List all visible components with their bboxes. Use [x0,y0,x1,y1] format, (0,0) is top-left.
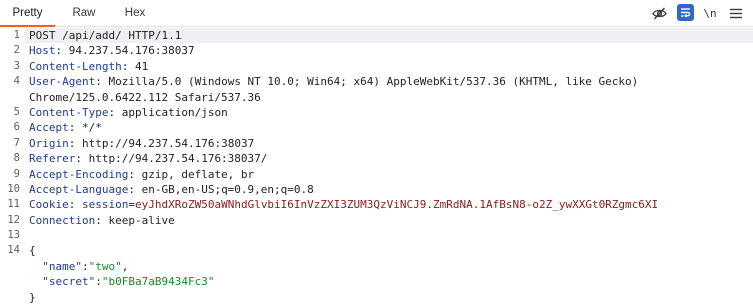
header-name: Cookie [29,198,69,212]
line-number: 5 [13,105,20,118]
json-string-value: "two" [88,259,122,273]
line-number: 6 [13,121,20,134]
line-number [0,90,20,105]
header-name: Content-Length [29,59,122,73]
line-number: 3 [13,59,20,72]
header-line-accept-language: Accept-Language: en-GB,en-US;q=0.9,en;q=… [29,182,314,196]
header-value: gzip, deflate, br [141,167,255,181]
tab-pretty[interactable]: Pretty [0,0,55,27]
header-value: http://94.237.54.176:38037/ [88,152,268,166]
line-number: 1 [13,29,20,41]
header-name: Accept-Language [29,182,129,196]
header-value: 41 [134,59,149,73]
header-value: Mozilla/5.0 (Windows NT 10.0; Win64; x64… [108,75,639,89]
json-brace: { [29,244,36,258]
line-number: 12 [7,213,20,226]
json-string-value: "b0FBa7aB9434Fc3" [101,275,215,289]
header-name: Referer [29,152,76,166]
line-number-gutter: 1 2 3 4 5 6 7 8 9 10 11 12 13 14 [0,28,20,259]
json-brace: } [29,290,36,304]
header-line-user-agent: User-Agent: Mozilla/5.0 (Windows NT 10.0… [29,75,639,89]
line-number: 2 [13,44,20,57]
cookie-value: eyJhdXRoZW50aWNhdGlvbiI6InVzZXI3ZUM3QzVi… [134,198,659,212]
json-key: "secret" [42,275,96,289]
header-line-accept-encoding: Accept-Encoding: gzip, deflate, br [29,167,255,181]
header-name: Accept [29,121,69,135]
json-close-brace: } [29,290,753,305]
json-field-secret: "secret":"b0FBa7aB9434Fc3" [42,275,215,289]
tab-raw[interactable]: Raw [70,0,98,26]
header-value: keep-alive [108,213,175,227]
line-number: 8 [13,152,20,165]
header-line-connection: Connection: keep-alive [29,213,175,227]
header-name: Accept-Encoding [29,167,129,181]
line-number: 10 [7,182,20,195]
header-value: Chrome/125.0.6422.112 Safari/537.36 [29,90,261,104]
header-line-referer: Referer: http://94.237.54.176:38037/ [29,152,268,166]
header-value: 94.237.54.176:38037 [68,44,195,58]
header-line-cookie: Cookie: session=eyJhdXRoZW50aWNhdGlvbiI6… [29,198,659,212]
message-view-tabs: Pretty Raw Hex \n [0,0,753,27]
json-open-brace: { [29,243,753,258]
show-newlines-button[interactable]: \n [703,4,717,22]
header-value: */* [82,121,102,135]
line-number: 9 [13,167,20,180]
header-name: User-Agent [29,75,96,89]
line-number: 14 [7,244,20,257]
request-line: POST /api/add/ HTTP/1.1 [25,28,753,44]
json-comma: , [121,259,129,273]
line-number: 7 [13,136,20,149]
word-wrap-icon[interactable] [677,4,694,21]
header-line-accept: Accept: */* [29,121,102,135]
header-line-content-type: Content-Type: application/json [29,105,228,119]
header-line-content-length: Content-Length: 41 [29,59,149,73]
header-value: http://94.237.54.176:38037 [82,136,255,150]
menu-icon[interactable] [728,4,744,22]
header-line-host: Host: 94.237.54.176:38037 [29,44,195,58]
header-name: Host [29,44,56,58]
request-text[interactable]: POST /api/add/ HTTP/1.1 Host: 94.237.54.… [25,28,753,305]
header-line-origin: Origin: http://94.237.54.176:38037 [29,136,255,150]
cookie-name: session [82,198,129,212]
line-number: 11 [7,198,20,211]
header-value: application/json [121,105,228,119]
json-key: "name" [42,259,82,273]
tab-hex[interactable]: Hex [122,0,148,26]
header-line-user-agent-continued: Chrome/125.0.6422.112 Safari/537.36 [29,90,753,105]
header-name: Origin [29,136,69,150]
header-name: Content-Type [29,105,109,119]
request-editor[interactable]: 1 2 3 4 5 6 7 8 9 10 11 12 13 14 POST /a… [0,28,753,304]
line-number: 4 [13,75,20,88]
eye-slash-icon[interactable] [651,4,667,22]
header-name: Connection [29,213,96,227]
json-field-name: "name":"two", [42,259,129,273]
line-number: 13 [7,229,20,242]
header-value: en-GB,en-US;q=0.9,en;q=0.8 [141,182,314,196]
